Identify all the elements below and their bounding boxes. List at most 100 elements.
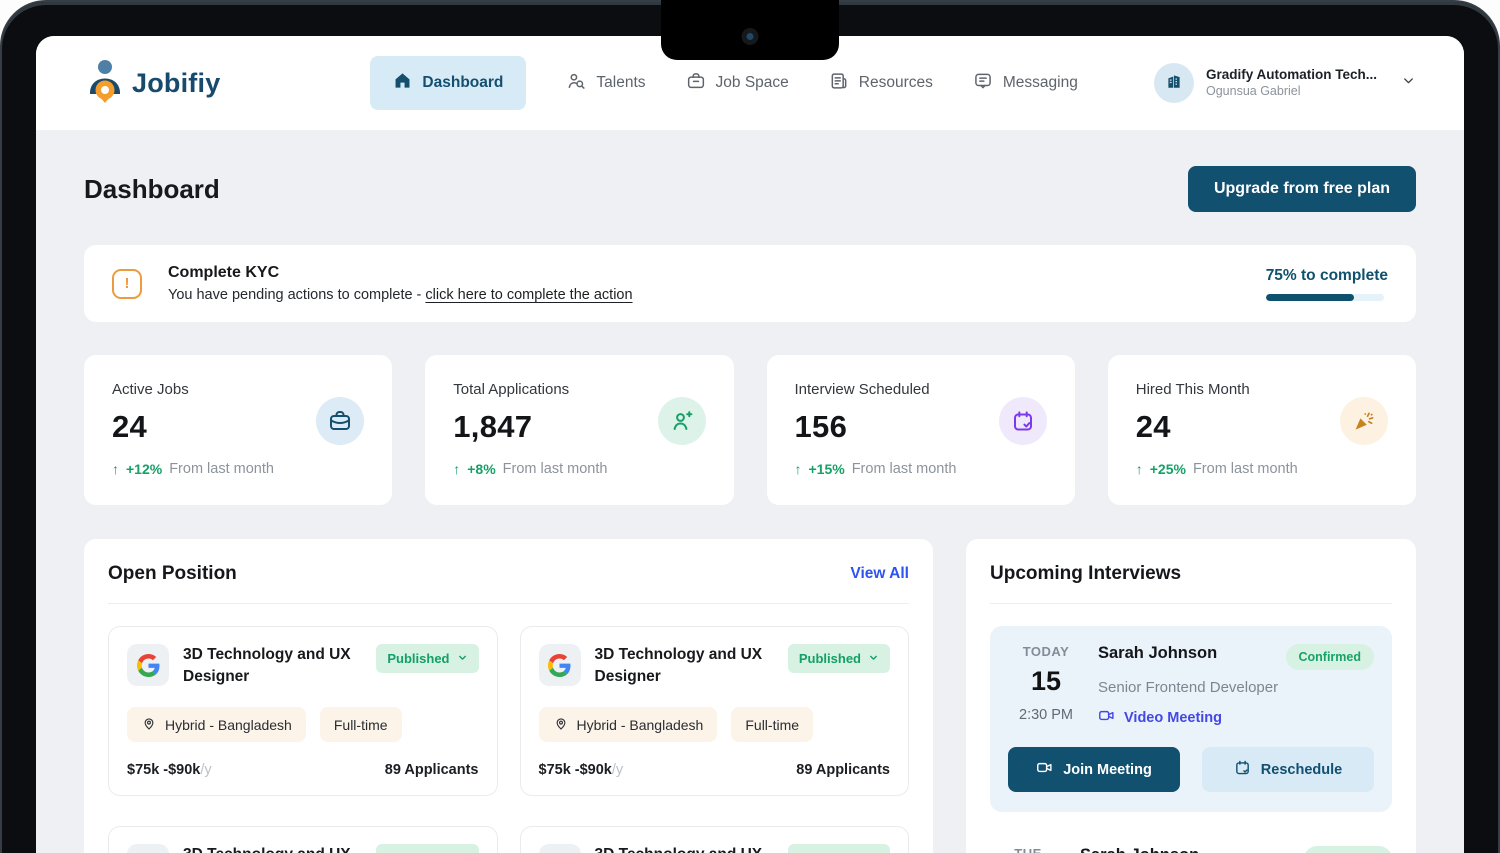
salary-amount: $75k -$90k bbox=[539, 762, 612, 778]
nav-item-messaging[interactable]: Messaging bbox=[973, 71, 1078, 96]
location-pin-icon bbox=[553, 715, 569, 734]
briefcase-icon bbox=[686, 71, 706, 96]
job-status-dropdown[interactable]: Published bbox=[788, 644, 890, 673]
nav-item-dashboard[interactable]: Dashboard bbox=[370, 56, 526, 110]
jobs-grid: 3D Technology and UX Designer Published bbox=[108, 626, 909, 853]
candidate-role: Senior Frontend Developer bbox=[1098, 679, 1374, 696]
join-meeting-label: Join Meeting bbox=[1063, 762, 1152, 778]
main-nav: Dashboard Talents bbox=[370, 56, 1077, 110]
brand-logo-icon bbox=[84, 59, 124, 108]
google-logo bbox=[539, 644, 581, 686]
status-badge: Confirmed bbox=[1286, 644, 1375, 670]
meeting-type-label: Video Meeting bbox=[1124, 710, 1222, 726]
video-meeting-link[interactable]: Video Meeting bbox=[1098, 707, 1374, 728]
salary-period: /y bbox=[612, 762, 623, 778]
reschedule-label: Reschedule bbox=[1261, 762, 1342, 778]
job-status-dropdown[interactable]: Published bbox=[788, 844, 890, 853]
kyc-message: You have pending actions to complete - c… bbox=[168, 287, 633, 303]
device-frame: Jobifiy Dashboard Talents bbox=[0, 0, 1500, 853]
interview-details: Sarah Johnson Confirmed Senior Frontend … bbox=[1098, 644, 1374, 728]
upgrade-plan-button[interactable]: Upgrade from free plan bbox=[1188, 166, 1416, 212]
video-camera-icon bbox=[1098, 707, 1115, 728]
job-applicants: 89 Applicants bbox=[796, 762, 890, 778]
job-status-label: Published bbox=[799, 651, 861, 666]
home-icon bbox=[393, 71, 412, 95]
job-card[interactable]: 3D Technology and UX Designer Published bbox=[108, 626, 498, 796]
job-title: 3D Technology and UX Designer bbox=[595, 644, 774, 687]
stat-label: Interview Scheduled bbox=[795, 381, 930, 398]
upcoming-interviews-title: Upcoming Interviews bbox=[990, 563, 1181, 585]
nav-item-job-space[interactable]: Job Space bbox=[686, 71, 789, 96]
interview-date-block: TUE bbox=[990, 846, 1066, 853]
job-type-label: Full-time bbox=[334, 717, 388, 733]
job-title: 3D Technology and UX Designer bbox=[183, 644, 362, 687]
job-location-label: Hybrid - Bangladesh bbox=[577, 717, 704, 733]
stat-change: +12% bbox=[126, 461, 162, 477]
video-camera-icon bbox=[1036, 759, 1053, 780]
job-card[interactable]: 3D Technology and UX Designer Published bbox=[520, 626, 910, 796]
chevron-down-icon bbox=[868, 651, 879, 666]
talent-search-icon bbox=[566, 71, 586, 96]
status-badge: Confirmed bbox=[1304, 846, 1393, 853]
interview-card: TODAY 15 2:30 PM Sarah Johnson Confirmed… bbox=[990, 626, 1392, 812]
nav-item-resources[interactable]: Resources bbox=[829, 71, 933, 96]
open-positions-title: Open Position bbox=[108, 563, 237, 585]
stat-change: +25% bbox=[1150, 461, 1186, 477]
stat-label: Hired This Month bbox=[1136, 381, 1250, 398]
kyc-text: Complete KYC You have pending actions to… bbox=[168, 264, 633, 303]
kyc-banner: ! Complete KYC You have pending actions … bbox=[84, 245, 1416, 322]
stat-card-active-jobs: Active Jobs 24 ↑ +12 bbox=[84, 355, 392, 505]
job-type-label: Full-time bbox=[745, 717, 799, 733]
google-logo bbox=[127, 844, 169, 853]
chevron-down-icon bbox=[1401, 73, 1416, 93]
account-switcher[interactable]: Gradify Automation Tech... Ogunsua Gabri… bbox=[1154, 63, 1416, 103]
stat-note: From last month bbox=[503, 461, 608, 477]
job-card[interactable]: 3D Technology and UX Designer Published bbox=[520, 826, 910, 853]
interview-day: TODAY bbox=[1008, 644, 1084, 659]
trend-up-icon: ↑ bbox=[795, 461, 802, 477]
view-all-link[interactable]: View All bbox=[850, 565, 909, 583]
reschedule-button[interactable]: Reschedule bbox=[1202, 747, 1374, 792]
stat-change: +15% bbox=[809, 461, 845, 477]
job-status-dropdown[interactable]: Published bbox=[376, 644, 478, 673]
salary-period: /y bbox=[200, 762, 211, 778]
location-pin-icon bbox=[141, 715, 157, 734]
stat-value: 156 bbox=[795, 409, 930, 445]
briefcase-badge-icon bbox=[316, 397, 364, 445]
stat-label: Total Applications bbox=[453, 381, 569, 398]
job-card[interactable]: 3D Technology and UX Designer Published bbox=[108, 826, 498, 853]
salary-amount: $75k -$90k bbox=[127, 762, 200, 778]
stat-label: Active Jobs bbox=[112, 381, 189, 398]
brand-logo[interactable]: Jobifiy bbox=[84, 59, 220, 108]
job-salary: $75k -$90k/y bbox=[127, 762, 212, 778]
stat-card-hired-this-month: Hired This Month 24 bbox=[1108, 355, 1416, 505]
interview-date: 15 bbox=[1008, 666, 1084, 697]
interview-date-block: TODAY 15 2:30 PM bbox=[1008, 644, 1084, 728]
job-title: 3D Technology and UX Designer bbox=[183, 844, 362, 853]
company-avatar bbox=[1154, 63, 1194, 103]
job-location-tag: Hybrid - Bangladesh bbox=[539, 707, 718, 742]
stat-value: 24 bbox=[1136, 409, 1250, 445]
nav-item-talents[interactable]: Talents bbox=[566, 71, 645, 96]
interview-row: TUE Sarah Johnson Confirmed bbox=[990, 846, 1392, 853]
trend-up-icon: ↑ bbox=[453, 461, 460, 477]
stat-card-interview-scheduled: Interview Scheduled 156 ↑ bbox=[767, 355, 1075, 505]
upcoming-interviews-panel: Upcoming Interviews TODAY 15 2:30 PM bbox=[966, 539, 1416, 853]
nav-label: Messaging bbox=[1003, 74, 1078, 92]
join-meeting-button[interactable]: Join Meeting bbox=[1008, 747, 1180, 792]
page-title: Dashboard bbox=[84, 174, 220, 205]
profile-user-name: Ogunsua Gabriel bbox=[1206, 84, 1377, 100]
nav-label: Talents bbox=[596, 74, 645, 92]
app-window: Jobifiy Dashboard Talents bbox=[36, 36, 1464, 853]
stat-value: 24 bbox=[112, 409, 189, 445]
nav-label: Dashboard bbox=[422, 74, 503, 92]
job-type-tag: Full-time bbox=[320, 707, 402, 742]
trend-up-icon: ↑ bbox=[112, 461, 119, 477]
nav-label: Job Space bbox=[716, 74, 789, 92]
kyc-complete-link[interactable]: click here to complete the action bbox=[425, 287, 632, 303]
job-status-dropdown[interactable]: Published bbox=[376, 844, 478, 853]
kyc-progress: 75% to complete bbox=[1266, 267, 1388, 301]
job-location-tag: Hybrid - Bangladesh bbox=[127, 707, 306, 742]
stat-card-total-applications: Total Applications 1,847 ↑ bbox=[425, 355, 733, 505]
candidate-name: Sarah Johnson bbox=[1080, 846, 1199, 853]
